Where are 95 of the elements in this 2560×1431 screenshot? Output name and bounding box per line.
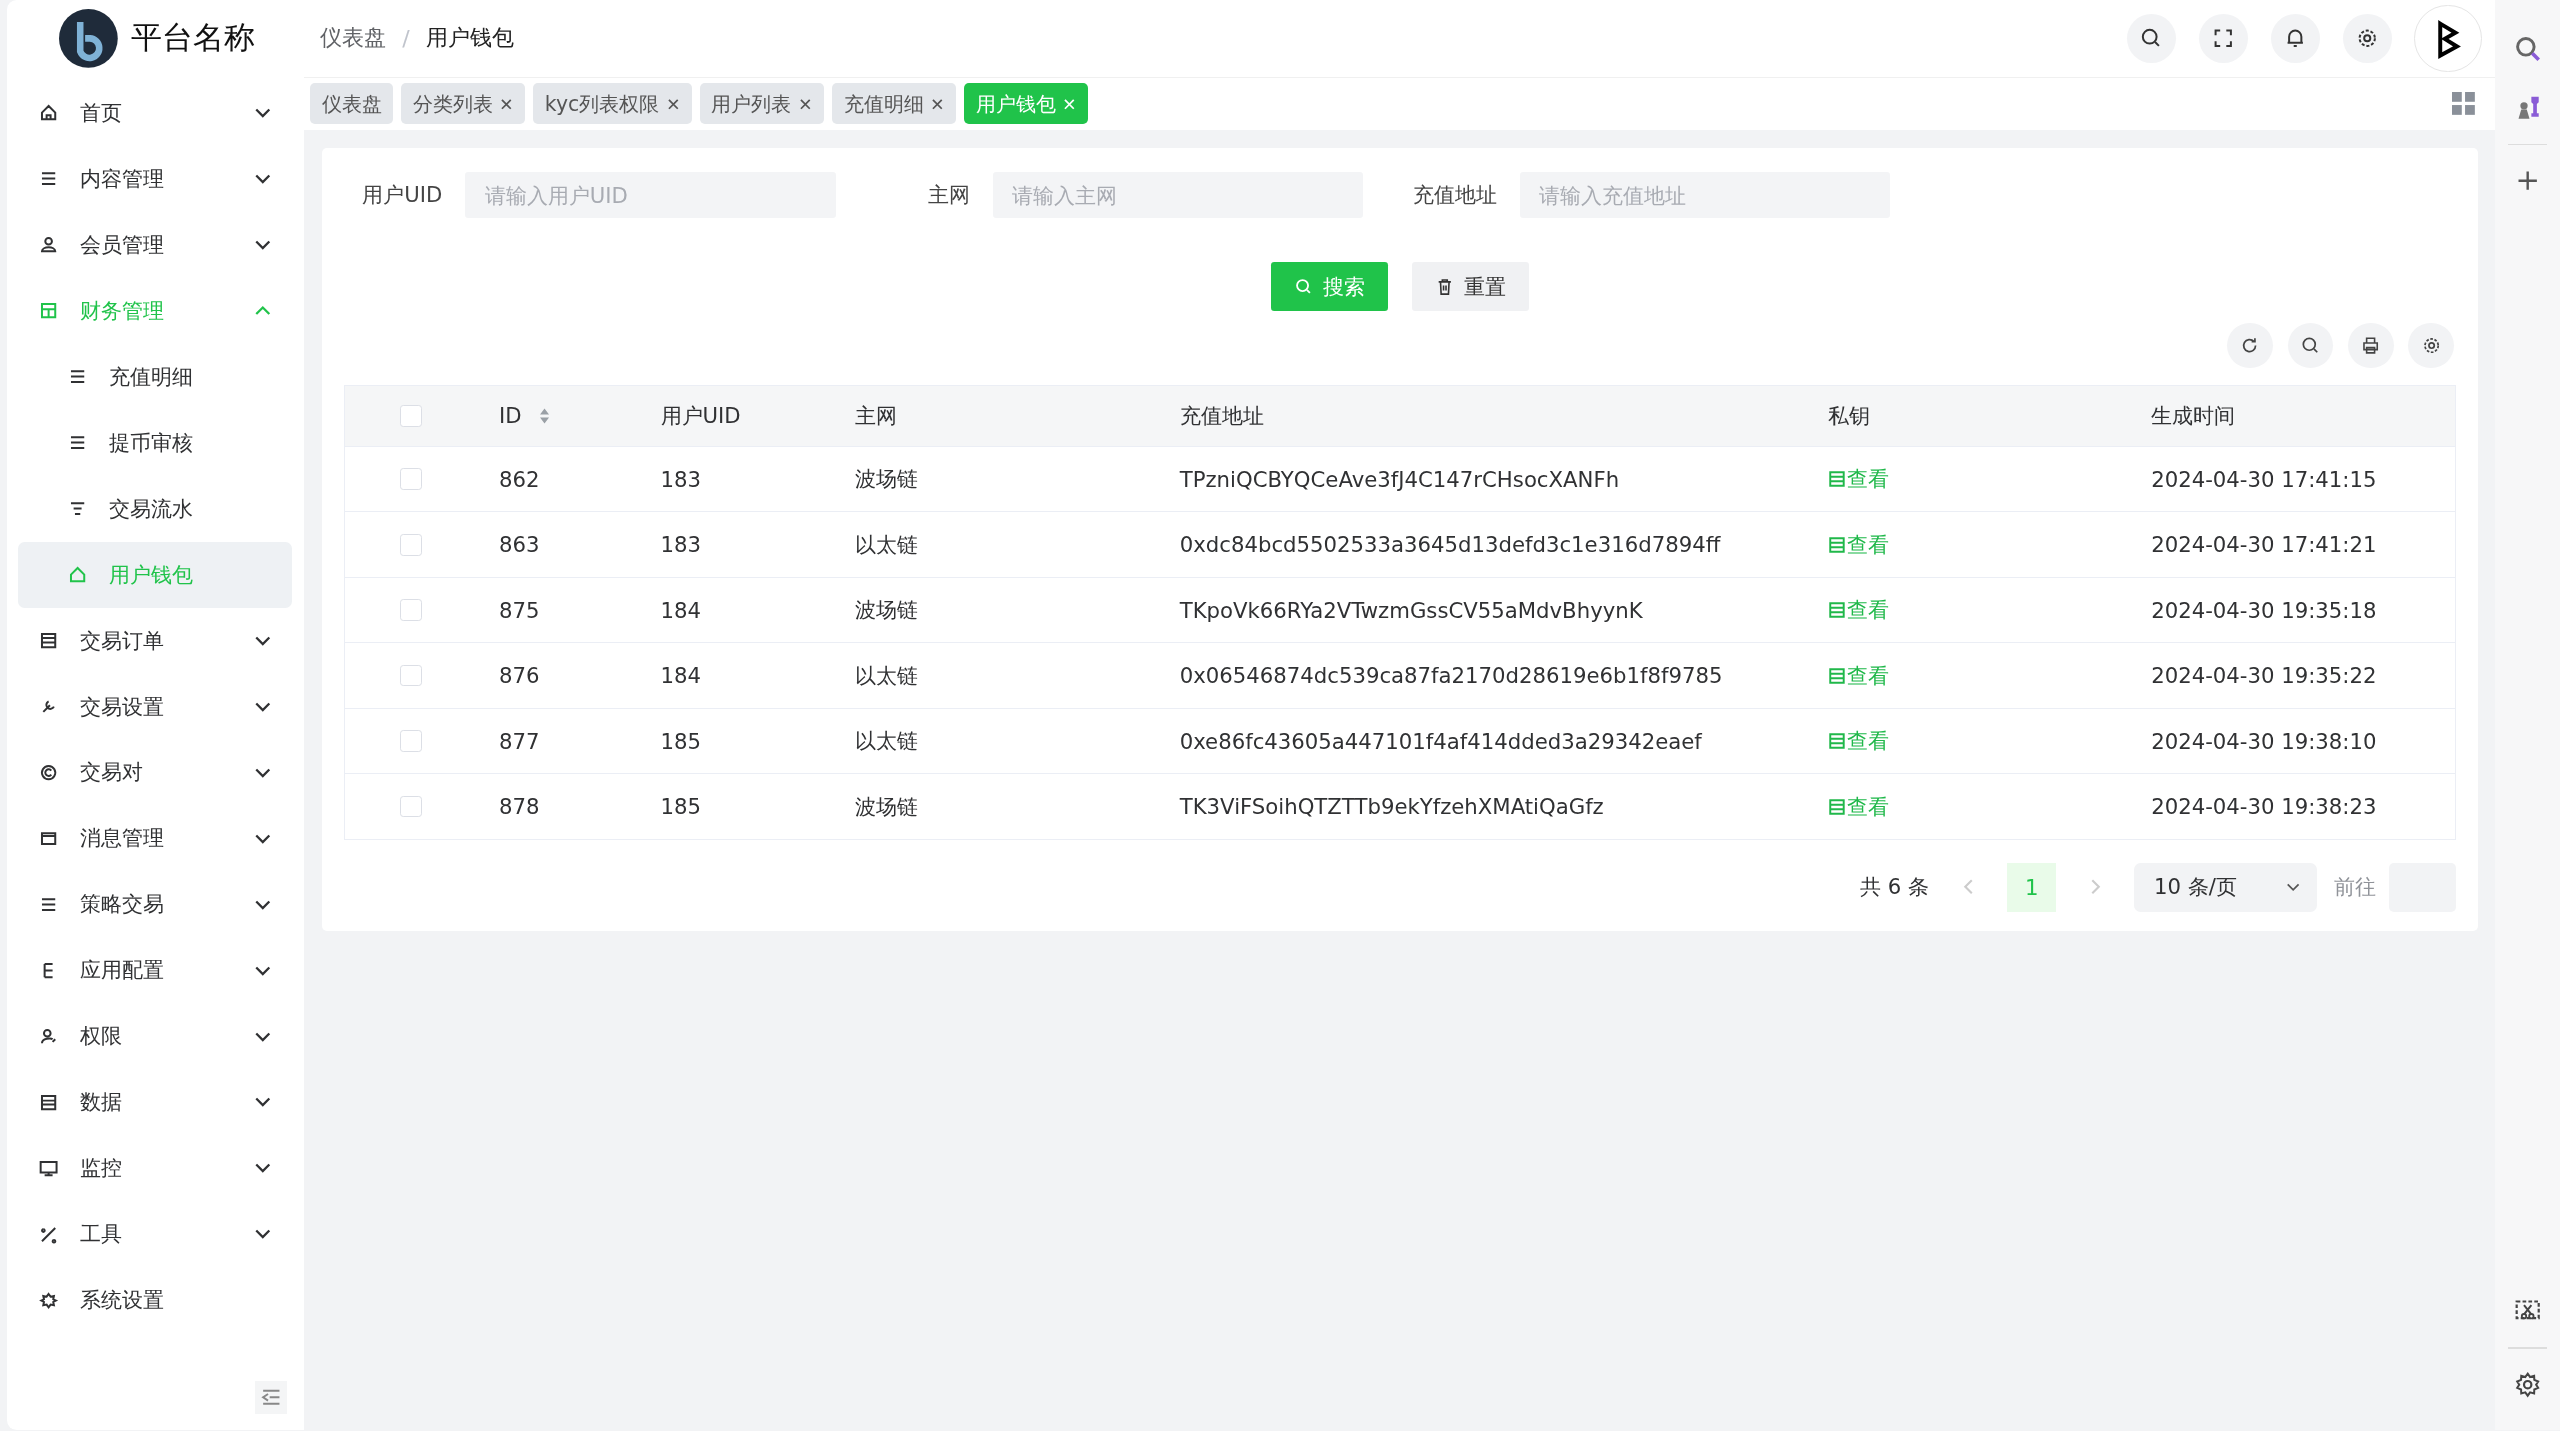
table-cell: 184 <box>660 597 702 623</box>
list-icon <box>1827 732 1846 751</box>
column-header: 私钥 <box>1827 401 1870 430</box>
list-icon <box>1827 601 1846 620</box>
sort-icon <box>537 406 551 425</box>
collapse-icon[interactable] <box>254 1381 288 1414</box>
breadcrumb-separator: / <box>402 25 410 51</box>
column-header: 用户UID <box>660 401 741 430</box>
column-header: 主网 <box>854 401 897 430</box>
sidebar-item[interactable]: 首页 <box>17 80 293 146</box>
table-cell: 以太链 <box>854 727 918 756</box>
table-cell: 184 <box>660 663 702 689</box>
table-cell: 2024-04-30 19:35:18 <box>2151 597 2377 623</box>
close-icon[interactable] <box>797 96 813 112</box>
sidebar-item[interactable]: 内容管理 <box>17 145 293 212</box>
sidebar-item[interactable]: 监控 <box>17 1135 293 1202</box>
table-cell: 183 <box>660 532 702 558</box>
page-tab[interactable]: kyc列表权限 <box>533 83 692 125</box>
sidebar-item[interactable]: 应用配置 <box>17 937 293 1004</box>
checkbox[interactable] <box>399 468 422 491</box>
list-icon <box>1827 797 1846 816</box>
logo-icon <box>58 9 118 68</box>
submenu-item[interactable]: 充值明细 <box>17 343 293 410</box>
sidebar-item[interactable]: 权限 <box>17 1003 293 1070</box>
table-cell: 877 <box>498 728 540 754</box>
total-count: 共 6 条 <box>1859 873 1929 902</box>
close-icon[interactable] <box>930 96 945 112</box>
page-tab[interactable]: 分类列表 <box>401 83 526 125</box>
list-icon <box>1827 535 1846 554</box>
column-header: 生成时间 <box>2151 401 2236 430</box>
checkbox[interactable] <box>399 795 422 818</box>
sidebar-item[interactable]: 交易订单 <box>17 607 293 674</box>
page-tab[interactable]: 用户列表 <box>699 83 824 125</box>
checkbox[interactable] <box>399 599 422 621</box>
checkbox[interactable] <box>399 664 422 687</box>
table-cell: 875 <box>498 597 540 623</box>
sidebar-item[interactable]: 交易设置 <box>17 673 293 740</box>
sidebar-item[interactable]: 交易对 <box>17 739 293 806</box>
grid-icon[interactable] <box>2452 92 2476 116</box>
table-cell: 183 <box>660 466 702 492</box>
menu-icon <box>37 1289 59 1311</box>
field-label: 主网 <box>926 181 970 210</box>
table-cell: 2024-04-30 17:41:15 <box>2151 466 2377 492</box>
submenu-item[interactable]: 交易流水 <box>17 475 293 542</box>
sidebar-item[interactable]: 会员管理 <box>17 211 293 278</box>
table-cell: 878 <box>498 794 540 820</box>
close-icon[interactable] <box>499 96 514 112</box>
table-cell: TKpoVk66RYa2VTwzmGssCV55aMdvBhyynK <box>1179 597 1643 623</box>
table-cell: TK3ViFSoihQTZTTb9ekYfzehXMAtiQaGfz <box>1179 794 1604 820</box>
input-field[interactable]: 请输入充值地址 <box>1519 172 1891 219</box>
table-cell: 2024-04-30 19:38:23 <box>2151 794 2377 820</box>
sidebar-item[interactable]: 系统设置 <box>17 1267 293 1334</box>
field-label: 充值地址 <box>1412 181 1498 210</box>
sidebar-item[interactable]: 工具 <box>17 1201 293 1268</box>
close-icon[interactable] <box>665 96 681 112</box>
table-cell: 2024-04-30 17:41:21 <box>2151 532 2377 558</box>
table-cell: 863 <box>498 532 540 558</box>
column-header[interactable]: ID <box>498 403 551 429</box>
breadcrumb-item: 用户钱包 <box>426 24 515 53</box>
table-cell: 波场链 <box>854 792 918 821</box>
field-label: 用户UID <box>361 181 443 210</box>
reset-button[interactable]: 重置 <box>1412 262 1530 312</box>
input-field[interactable]: 请输入主网 <box>992 172 1364 219</box>
table-cell: 0xe86fc43605a447101f4af414dded3a29342eaef <box>1179 728 1702 754</box>
sidebar-item[interactable]: 数据 <box>17 1069 293 1136</box>
table-cell: 以太链 <box>854 661 918 690</box>
table-cell: 185 <box>660 728 702 754</box>
list-icon <box>1827 470 1846 489</box>
submenu-item[interactable]: 提币审核 <box>17 409 293 476</box>
fullscreen-button[interactable] <box>2199 13 2248 63</box>
table-cell: TPzniQCBYQCeAve3fJ4C147rCHsocXANFh <box>1179 466 1620 492</box>
goto-label: 前往 <box>2333 873 2376 902</box>
table-cell: 862 <box>498 466 540 492</box>
input-field[interactable]: 请输入用户UID <box>465 172 836 219</box>
page-tab[interactable]: 仪表盘 <box>310 83 393 125</box>
table-cell: 2024-04-30 19:35:22 <box>2151 663 2377 689</box>
table-cell: 波场链 <box>854 596 918 625</box>
table-cell: 波场链 <box>854 465 918 494</box>
table-cell: 185 <box>660 794 702 820</box>
table-cell: 876 <box>498 663 540 689</box>
sidebar-item[interactable]: 消息管理 <box>17 805 293 872</box>
breadcrumb-item[interactable]: 仪表盘 <box>319 23 386 54</box>
page-tab[interactable]: 充值明细 <box>832 83 957 125</box>
platform-name: 平台名称 <box>130 18 255 58</box>
table-cell: 0x06546874dc539ca87fa2170d28619e6b1f8f9785 <box>1179 663 1723 689</box>
column-header: 充值地址 <box>1179 401 1264 430</box>
table-cell: 以太链 <box>854 530 918 559</box>
checkbox[interactable] <box>399 405 422 427</box>
sidebar-item[interactable]: 策略交易 <box>17 871 293 938</box>
page-size-select[interactable]: 10 条/页 <box>2134 862 2318 912</box>
checkbox[interactable] <box>399 730 422 752</box>
checkbox[interactable] <box>399 533 422 556</box>
table-cell: 2024-04-30 19:38:10 <box>2151 728 2377 754</box>
table-cell: 0xdc84bcd5502533a3645d13defd3c1e316d7894ff <box>1179 532 1721 558</box>
list-icon <box>1827 666 1846 685</box>
